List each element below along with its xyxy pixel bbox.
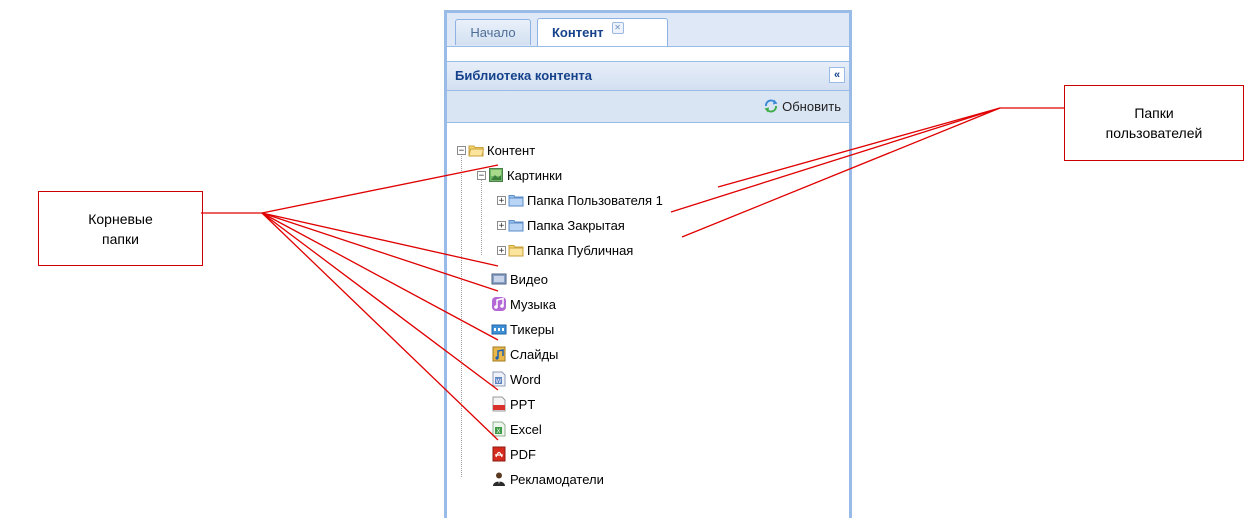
- tree-node-ppt[interactable]: PPT: [491, 394, 535, 414]
- tab-home-label: Начало: [470, 25, 516, 40]
- callout-user-folders: Папки пользователей: [1064, 85, 1244, 161]
- refresh-label: Обновить: [782, 98, 841, 114]
- slides-icon: [492, 346, 506, 362]
- tree-node-label: Тикеры: [510, 321, 555, 337]
- expand-toggle-icon[interactable]: +: [497, 195, 506, 205]
- tree-node-label: PPT: [510, 396, 536, 412]
- pdf-document-icon: [492, 446, 506, 462]
- video-icon: [491, 273, 507, 285]
- collapse-toggle-icon[interactable]: −: [457, 145, 466, 155]
- tree-node-label: Музыка: [510, 296, 556, 312]
- tree-node-pictures[interactable]: − Картинки: [477, 165, 562, 185]
- tab-content[interactable]: Контент ✕: [537, 18, 668, 46]
- ppt-document-icon: [492, 396, 506, 412]
- double-chevron-left-icon[interactable]: «: [829, 67, 845, 83]
- panel-title: Библиотека контента: [455, 68, 593, 83]
- toolbar: Обновить: [447, 91, 849, 123]
- tree-node-label: PDF: [510, 446, 536, 462]
- tree-node-label: Слайды: [510, 346, 559, 362]
- folder-blue-icon: [508, 220, 524, 232]
- tree-node-pdf[interactable]: PDF: [491, 444, 536, 464]
- tree-node-user-folder-1[interactable]: + Папка Пользователя 1: [497, 190, 663, 210]
- tree-node-label: Картинки: [507, 167, 563, 183]
- tree-node-tickers[interactable]: Тикеры: [491, 319, 554, 339]
- svg-text:W: W: [496, 379, 502, 385]
- refresh-button[interactable]: Обновить: [763, 98, 841, 114]
- tree-node-video[interactable]: Видео: [491, 269, 548, 289]
- svg-text:X: X: [496, 429, 500, 435]
- tab-content-label: Контент: [552, 25, 604, 40]
- tree-node-label: Видео: [510, 271, 548, 287]
- tree-node-excel[interactable]: X Excel: [491, 419, 542, 439]
- tree-node-label: Рекламодатели: [510, 471, 604, 487]
- tree-node-label: Контент: [487, 142, 536, 158]
- tree-node-music[interactable]: Музыка: [491, 294, 556, 314]
- callout-root-folders: Корневые папки: [38, 191, 203, 266]
- tree-node-label: Excel: [510, 421, 542, 437]
- tree-node-label: Папка Закрытая: [527, 217, 625, 233]
- collapse-toggle-icon[interactable]: −: [477, 170, 486, 180]
- tree-node-word[interactable]: W Word: [491, 369, 541, 389]
- tree-node-closed-folder[interactable]: + Папка Закрытая: [497, 215, 625, 235]
- close-icon[interactable]: ✕: [611, 21, 624, 34]
- tree-node-label: Папка Пользователя 1: [527, 192, 663, 208]
- tree-node-content[interactable]: − Контент: [457, 140, 535, 160]
- folder-blue-icon: [508, 195, 524, 207]
- tab-strip: Начало Контент ✕: [447, 13, 849, 47]
- panel-header: Библиотека контента «: [447, 61, 849, 91]
- folder-open-icon: [468, 145, 484, 157]
- tree-node-slides[interactable]: Слайды: [491, 344, 558, 364]
- person-icon: [493, 472, 505, 486]
- content-tree: − Контент − Картинки + Папка Пользовател…: [447, 123, 849, 523]
- tree-node-label: Word: [510, 371, 541, 387]
- tab-home[interactable]: Начало: [455, 19, 531, 45]
- picture-icon: [489, 168, 503, 182]
- excel-document-icon: X: [492, 421, 506, 437]
- refresh-icon: [764, 99, 778, 113]
- tree-guide: [461, 147, 462, 477]
- tree-node-public-folder[interactable]: + Папка Публичная: [497, 240, 633, 260]
- tree-node-advertisers[interactable]: Рекламодатели: [491, 469, 604, 489]
- music-icon: [492, 297, 506, 311]
- content-panel: Начало Контент ✕ Библиотека контента « О…: [444, 10, 852, 518]
- word-document-icon: W: [492, 371, 506, 387]
- folder-yellow-icon: [508, 245, 524, 257]
- ticker-icon: [491, 324, 507, 335]
- expand-toggle-icon[interactable]: +: [497, 220, 506, 230]
- tree-node-label: Папка Публичная: [527, 242, 634, 258]
- expand-toggle-icon[interactable]: +: [497, 245, 506, 255]
